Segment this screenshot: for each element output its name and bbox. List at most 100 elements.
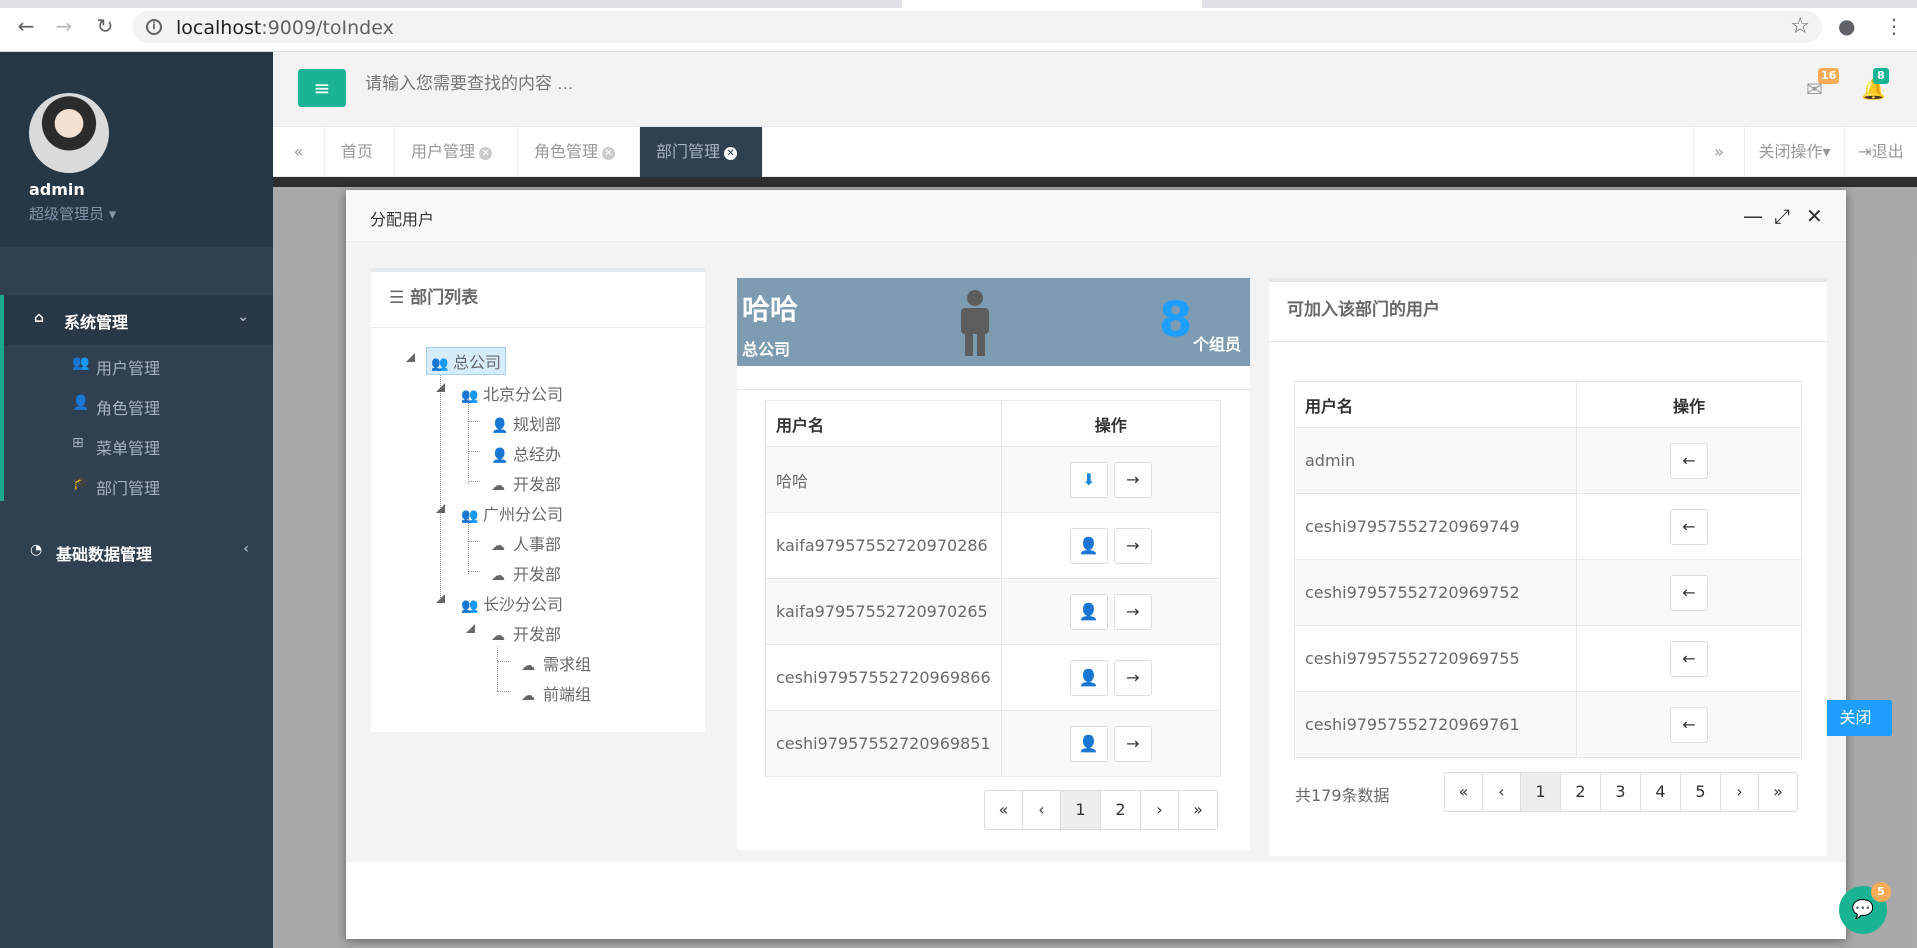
tree-node[interactable]: 👥 长沙分公司	[461, 591, 563, 615]
tabs-scroll-right-icon[interactable]: »	[1693, 127, 1745, 177]
remove-member-button[interactable]: →	[1113, 659, 1152, 696]
tab-home[interactable]: 首页	[325, 127, 395, 177]
members-table: 用户名 操作 哈哈 ⬇ → kaifa97957552720970286 👤 → kai…	[765, 400, 1222, 777]
tree-node[interactable]: 👤 总经办	[491, 441, 561, 465]
forward-icon[interactable]: →	[52, 14, 76, 38]
menu-group-basic-data[interactable]: ◔ 基础数据管理 ‹	[0, 527, 273, 577]
sidebar-item-label: 用户管理	[96, 359, 161, 378]
page-number[interactable]: 1	[1521, 773, 1561, 811]
site-info-icon[interactable]: i	[146, 19, 162, 35]
chat-button[interactable]: 💬 5	[1839, 882, 1891, 934]
close-dialog-button[interactable]: 关闭	[1819, 700, 1892, 736]
page-number[interactable]: 3	[1601, 773, 1641, 811]
browser-active-tab[interactable]	[902, 0, 1202, 8]
page-number[interactable]: 4	[1641, 773, 1681, 811]
tree-node[interactable]: 👥 北京分公司	[461, 381, 563, 405]
user-icon: 👤	[491, 448, 509, 464]
avatar[interactable]	[29, 93, 109, 173]
chevron-down-icon: ⌄	[237, 309, 249, 325]
bookmark-star-icon[interactable]: ☆	[1790, 14, 1810, 39]
close-icon[interactable]: ✕	[1806, 204, 1823, 228]
tree-expand-icon[interactable]	[436, 594, 445, 603]
search-input[interactable]	[365, 74, 765, 94]
tree-node[interactable]: ☁ 前端组	[521, 681, 591, 705]
tree-node[interactable]: ☁ 开发部	[491, 471, 561, 495]
set-leader-button[interactable]: 👤	[1069, 527, 1108, 564]
page-prev[interactable]: ‹	[1483, 773, 1521, 811]
remove-member-button[interactable]: →	[1113, 461, 1152, 498]
add-to-department-button[interactable]: ←	[1670, 574, 1708, 611]
page-number[interactable]: 5	[1681, 773, 1721, 811]
add-to-department-button[interactable]: ←	[1670, 706, 1708, 743]
mail-count-badge: 16	[1818, 68, 1840, 84]
tree-node[interactable]: ☁ 开发部	[491, 621, 561, 645]
tree-expand-icon[interactable]	[406, 353, 415, 362]
mail-button[interactable]: ✉ 16	[1806, 68, 1840, 101]
back-icon[interactable]: ←	[14, 14, 38, 38]
logout-button[interactable]: ⇥退出	[1845, 127, 1917, 177]
tree-node[interactable]: ☁ 人事部	[491, 531, 561, 555]
close-tab-icon[interactable]: ✕	[602, 147, 616, 160]
menu-toggle-button[interactable]: ≡	[298, 69, 346, 107]
department-parent: 总公司	[742, 340, 791, 359]
tree-node-root[interactable]: 👥 总公司	[426, 347, 507, 375]
tree-node[interactable]: ☁ 需求组	[521, 651, 591, 675]
panel-divider	[737, 366, 1250, 390]
page-next[interactable]: ›	[1141, 791, 1179, 829]
close-tab-icon[interactable]: ✕	[479, 147, 493, 160]
set-leader-button[interactable]: 👤	[1069, 659, 1108, 696]
tree-expand-icon[interactable]	[436, 504, 445, 513]
minimize-icon[interactable]: —	[1743, 204, 1763, 228]
page-prev[interactable]: ‹	[1023, 791, 1061, 829]
page-number[interactable]: 2	[1101, 791, 1141, 829]
browser-tabstrip	[0, 0, 1917, 8]
tab-departments[interactable]: 部门管理 ✕	[640, 127, 763, 177]
add-to-department-button[interactable]: ←	[1670, 442, 1708, 479]
close-operations-dropdown[interactable]: 关闭操作▾	[1745, 127, 1845, 177]
available-users-table: 用户名 操作 admin ← ceshi97957552720969749 ← ce…	[1294, 381, 1802, 758]
page-last[interactable]: »	[1759, 773, 1797, 811]
sidebar-item-roles[interactable]: 👤 角色管理	[0, 385, 273, 425]
sidebar-item-users[interactable]: 👥 用户管理	[0, 345, 273, 385]
tab-roles[interactable]: 角色管理 ✕	[518, 127, 640, 177]
cloud-icon: ☁	[491, 628, 505, 644]
list-icon: ☰	[389, 288, 411, 308]
maximize-icon[interactable]: ⤢	[1774, 204, 1790, 228]
close-tab-icon[interactable]: ✕	[724, 147, 738, 160]
set-leader-button[interactable]: 👤	[1069, 593, 1108, 630]
add-to-department-button[interactable]: ←	[1670, 508, 1708, 545]
sidebar-item-menus[interactable]: ⊞ 菜单管理	[0, 425, 273, 465]
tab-users[interactable]: 用户管理 ✕	[395, 127, 518, 177]
add-to-department-button[interactable]: ←	[1670, 640, 1708, 677]
page-next[interactable]: ›	[1721, 773, 1759, 811]
page-number[interactable]: 1	[1061, 791, 1101, 829]
tab-label: 用户管理	[411, 142, 476, 161]
reload-icon[interactable]: ↻	[93, 14, 117, 38]
remove-member-button[interactable]: →	[1113, 725, 1152, 762]
page-first[interactable]: «	[985, 791, 1023, 829]
page-first[interactable]: «	[1445, 773, 1483, 811]
tabs-scroll-left-icon[interactable]: «	[273, 127, 325, 177]
address-bar[interactable]: i localhost:9009/toIndex ☆	[132, 11, 1822, 43]
remove-member-button[interactable]: →	[1113, 527, 1152, 564]
menu-group-system[interactable]: ⌂ 系统管理 ⌄	[0, 295, 273, 345]
tree-node[interactable]: 👤 规划部	[491, 411, 561, 435]
user-icon: 👤	[72, 395, 90, 411]
page-last[interactable]: »	[1179, 791, 1217, 829]
remove-member-button[interactable]: →	[1113, 593, 1152, 630]
set-leader-button[interactable]: ⬇	[1069, 461, 1108, 498]
tree-expand-icon[interactable]	[466, 624, 475, 633]
notifications-button[interactable]: 🔔 8	[1861, 68, 1889, 101]
sidebar-item-departments[interactable]: 🎓 部门管理	[0, 465, 273, 501]
browser-menu-icon[interactable]: ⋮	[1884, 14, 1904, 38]
user-role-dropdown[interactable]: 超级管理员 ▾	[29, 203, 116, 224]
tree-expand-icon[interactable]	[436, 383, 445, 392]
tree-node[interactable]: 👥 广州分公司	[461, 501, 563, 525]
tab-label: 角色管理	[534, 142, 599, 161]
set-leader-button[interactable]: 👤	[1069, 725, 1108, 762]
profile-icon[interactable]: ●	[1838, 14, 1855, 38]
pie-chart-icon: ◔	[30, 542, 43, 558]
tree-line	[497, 661, 509, 662]
page-number[interactable]: 2	[1561, 773, 1601, 811]
tree-node[interactable]: ☁ 开发部	[491, 561, 561, 585]
